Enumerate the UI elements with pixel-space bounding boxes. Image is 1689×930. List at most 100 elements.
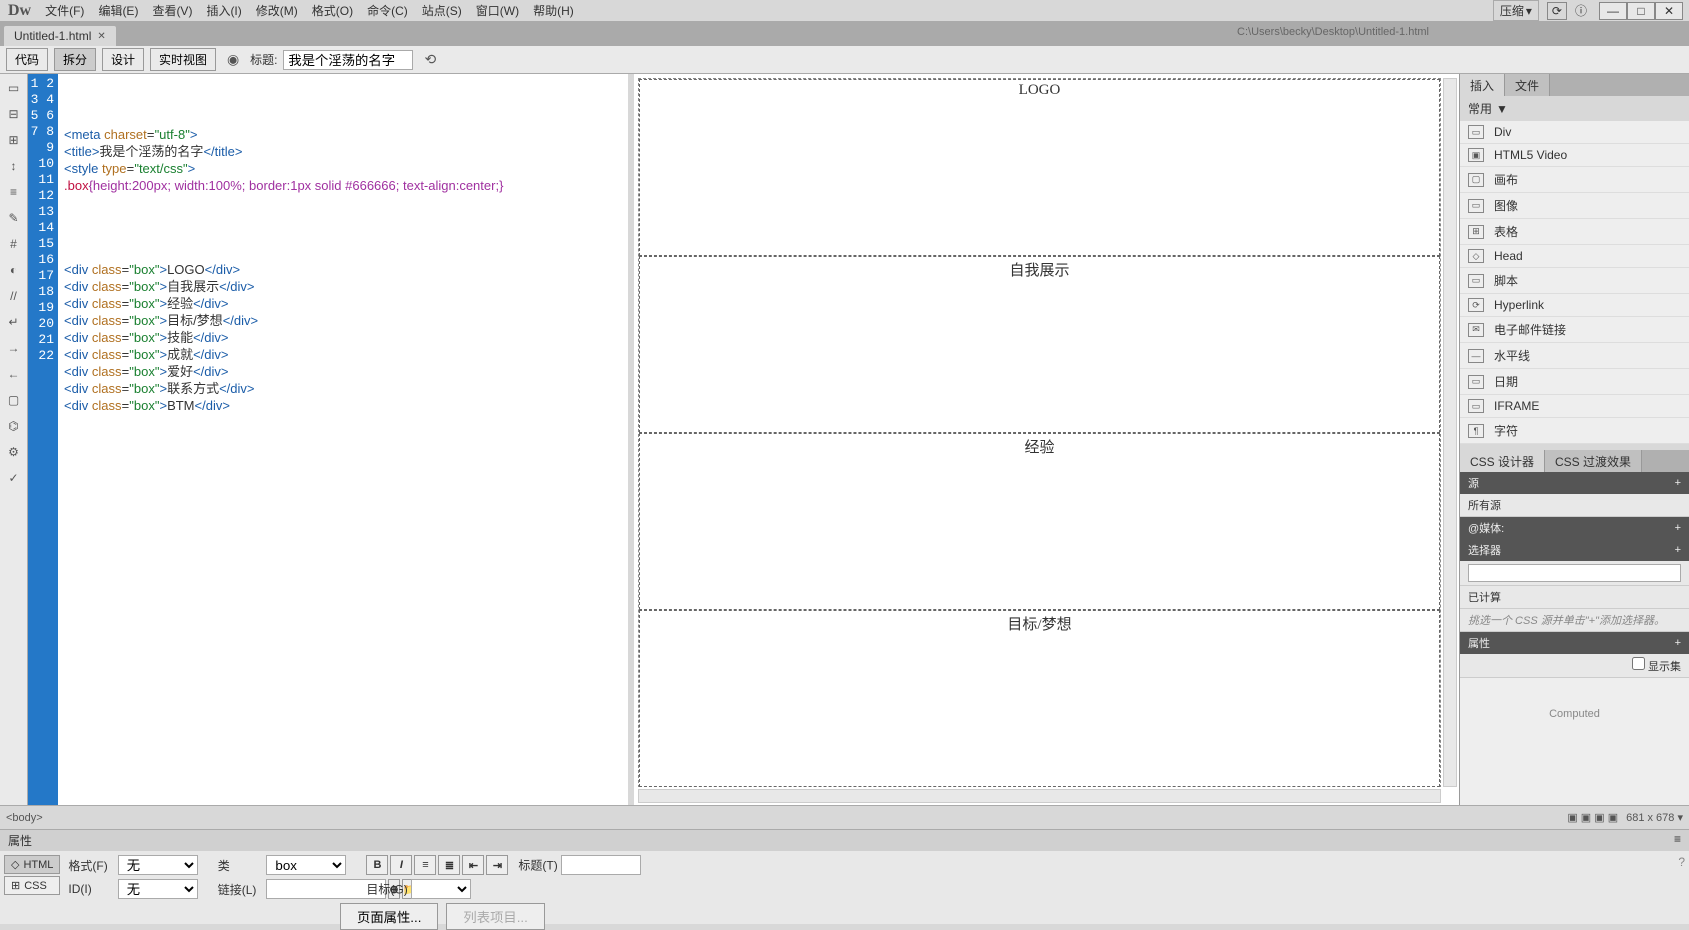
menu-site[interactable]: 站点(S) <box>416 0 468 21</box>
target-select[interactable] <box>411 879 471 899</box>
plus-icon[interactable]: + <box>1675 477 1681 489</box>
open-doc-icon[interactable]: ▭ <box>4 78 24 98</box>
indent-icon[interactable]: → <box>4 338 24 358</box>
live-box[interactable]: 自我展示 <box>639 256 1440 433</box>
insert-item[interactable]: ▭Div <box>1460 121 1689 144</box>
insert-item[interactable]: ◇Head <box>1460 245 1689 268</box>
maximize-button[interactable]: □ <box>1627 2 1655 20</box>
outdent-button[interactable]: ⇤ <box>462 855 484 875</box>
menu-file[interactable]: 文件(F) <box>39 0 90 21</box>
comment-icon[interactable]: // <box>4 286 24 306</box>
collapse-icon[interactable]: ⊟ <box>4 104 24 124</box>
insert-category[interactable]: 常用 ▼ <box>1460 96 1689 121</box>
format-icon[interactable]: ⌬ <box>4 416 24 436</box>
emmet-icon[interactable]: ⚙ <box>4 442 24 462</box>
tab-insert[interactable]: 插入 <box>1460 74 1505 96</box>
css-props-header[interactable]: 属性+ <box>1460 632 1689 654</box>
insert-item[interactable]: ¶字符 <box>1460 418 1689 444</box>
minimize-button[interactable]: — <box>1599 2 1627 20</box>
file-tab[interactable]: Untitled-1.html ✕ <box>4 26 116 46</box>
insert-item[interactable]: ⟳Hyperlink <box>1460 294 1689 317</box>
workspace-selector[interactable]: 压缩▾ <box>1493 0 1539 21</box>
all-sources-row[interactable]: 所有源 <box>1460 494 1689 517</box>
outdent-icon[interactable]: ← <box>4 364 24 384</box>
show-set-toggle[interactable]: 显示集 <box>1632 661 1681 673</box>
design-view-button[interactable]: 设计 <box>102 48 144 71</box>
code-body[interactable]: <meta charset="utf-8"> <title>我是个淫荡的名字</… <box>58 74 628 805</box>
id-select[interactable]: 无 <box>118 879 198 899</box>
plus-icon[interactable]: + <box>1675 522 1681 534</box>
ul-button[interactable]: ≡ <box>414 855 436 875</box>
globe-icon[interactable]: ◉ <box>222 49 244 71</box>
refresh-icon[interactable]: ⟲ <box>419 49 441 71</box>
tab-css-designer[interactable]: CSS 设计器 <box>1460 450 1545 472</box>
menu-modify[interactable]: 修改(M) <box>250 0 304 21</box>
close-button[interactable]: ✕ <box>1655 2 1683 20</box>
class-select[interactable]: box <box>266 855 346 875</box>
vertical-scrollbar[interactable] <box>1443 78 1457 787</box>
page-properties-button[interactable]: 页面属性... <box>340 903 438 930</box>
panel-menu-icon[interactable]: ≡ <box>1674 832 1681 849</box>
menu-window[interactable]: 窗口(W) <box>470 0 525 21</box>
live-box[interactable]: 目标/梦想 <box>639 610 1440 787</box>
live-box[interactable]: 经验 <box>639 433 1440 610</box>
format-select[interactable]: 无 <box>118 855 198 875</box>
insert-item[interactable]: ▭脚本 <box>1460 268 1689 294</box>
snippets-icon[interactable]: ▢ <box>4 390 24 410</box>
bold-button[interactable]: B <box>366 855 388 875</box>
insert-item[interactable]: ✉电子邮件链接 <box>1460 317 1689 343</box>
sync-icon[interactable]: ⟳ <box>1547 2 1567 20</box>
insert-item[interactable]: ⊞表格 <box>1460 219 1689 245</box>
insert-item[interactable]: ▭IFRAME <box>1460 395 1689 418</box>
title-input[interactable] <box>283 50 413 70</box>
select-parent-icon[interactable]: ↕ <box>4 156 24 176</box>
live-view-button[interactable]: 实时视图 <box>150 48 216 71</box>
title-input[interactable] <box>561 855 641 875</box>
insert-item[interactable]: —水平线 <box>1460 343 1689 369</box>
menu-view[interactable]: 查看(V) <box>146 0 198 21</box>
plus-icon[interactable]: + <box>1675 637 1681 649</box>
list-items-button[interactable]: 列表项目... <box>446 903 544 930</box>
tab-css-transitions[interactable]: CSS 过渡效果 <box>1545 450 1642 472</box>
show-set-checkbox[interactable] <box>1632 657 1645 670</box>
css-sources-header[interactable]: 源+ <box>1460 472 1689 494</box>
menu-insert[interactable]: 插入(I) <box>200 0 247 21</box>
indent-button[interactable]: ⇥ <box>486 855 508 875</box>
css-selectors-header[interactable]: 选择器+ <box>1460 539 1689 561</box>
italic-button[interactable]: I <box>390 855 412 875</box>
menu-help[interactable]: 帮助(H) <box>527 0 580 21</box>
plus-icon[interactable]: + <box>1675 544 1681 556</box>
insert-item[interactable]: ▭日期 <box>1460 369 1689 395</box>
line-numbers-icon[interactable]: # <box>4 234 24 254</box>
help-icon[interactable]: ? <box>1678 855 1685 869</box>
insert-item[interactable]: ▢画布 <box>1460 167 1689 193</box>
split-view-button[interactable]: 拆分 <box>54 48 96 71</box>
menu-commands[interactable]: 命令(C) <box>361 0 414 21</box>
code-view[interactable]: 1 2 3 4 5 6 7 8 9 10 11 12 13 14 15 16 1… <box>28 74 628 805</box>
css-mode-button[interactable]: ⊞ CSS <box>4 876 60 895</box>
horizontal-scrollbar[interactable] <box>638 789 1441 803</box>
insert-item[interactable]: ▣HTML5 Video <box>1460 144 1689 167</box>
wrap-icon[interactable]: ↵ <box>4 312 24 332</box>
computed-row[interactable]: 已计算 <box>1460 586 1689 609</box>
viewport-dimensions[interactable]: ▣ ▣ ▣ ▣681 x 678 ▾ <box>1567 811 1683 824</box>
highlight-icon[interactable]: ◐ <box>4 260 24 280</box>
selector-search-input[interactable] <box>1468 564 1681 582</box>
help-icon[interactable]: ⓘ <box>1575 2 1587 19</box>
menu-edit[interactable]: 编辑(E) <box>92 0 144 21</box>
close-icon[interactable]: ✕ <box>97 31 105 42</box>
wand-icon[interactable]: ✎ <box>4 208 24 228</box>
tab-files[interactable]: 文件 <box>1505 74 1550 96</box>
css-media-header[interactable]: @媒体:+ <box>1460 517 1689 539</box>
insert-item[interactable]: ▭图像 <box>1460 193 1689 219</box>
expand-icon[interactable]: ⊞ <box>4 130 24 150</box>
validate-icon[interactable]: ✓ <box>4 468 24 488</box>
live-viewport[interactable]: LOGO自我展示经验目标/梦想 <box>638 78 1441 787</box>
ol-button[interactable]: ≣ <box>438 855 460 875</box>
balance-icon[interactable]: ≡ <box>4 182 24 202</box>
code-view-button[interactable]: 代码 <box>6 48 48 71</box>
html-mode-button[interactable]: ◇ HTML <box>4 855 60 874</box>
tag-path[interactable]: <body> <box>6 812 43 824</box>
live-box[interactable]: LOGO <box>639 79 1440 256</box>
menu-format[interactable]: 格式(O) <box>306 0 359 21</box>
